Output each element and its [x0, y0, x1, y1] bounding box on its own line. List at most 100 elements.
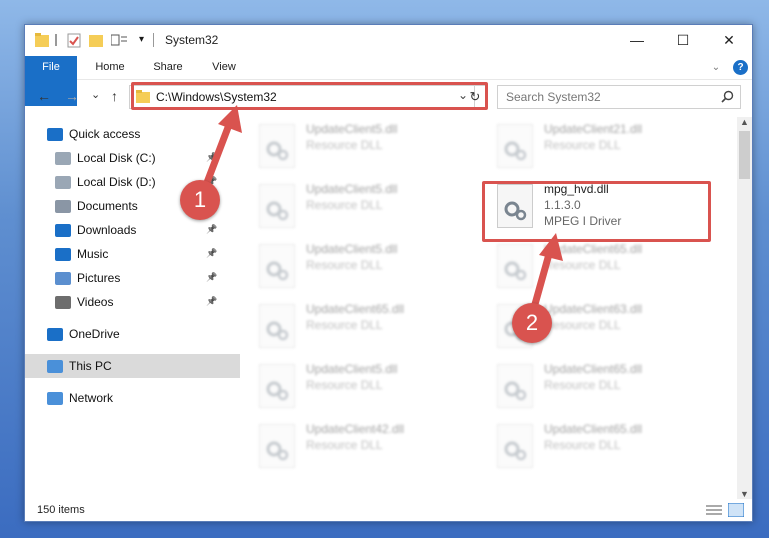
step-2-badge: 2	[512, 303, 552, 343]
file-item[interactable]: UpdateClient65.dll Resource DLL	[487, 421, 687, 471]
sidebar-item-network[interactable]: Network	[47, 386, 113, 410]
file-name: UpdateClient5.dll	[306, 182, 398, 196]
sidebar-item-local-disk-d[interactable]: Local Disk (D:)	[55, 170, 156, 194]
maximize-button[interactable]: ☐	[660, 25, 706, 56]
drive-icon	[55, 152, 71, 166]
sidebar-item-label: Documents	[77, 199, 138, 213]
sidebar-item-label: Network	[69, 391, 114, 405]
up-button[interactable]: ↑	[111, 88, 118, 104]
step-1-badge: 1	[180, 180, 220, 220]
dll-file-icon	[259, 304, 295, 348]
file-item[interactable]: UpdateClient5.dll Resource DLL	[249, 361, 449, 411]
pictures-icon	[55, 272, 71, 286]
file-name: UpdateClient65.dll	[544, 242, 643, 256]
file-description: Resource DLL	[306, 378, 383, 392]
title-divider	[55, 34, 57, 46]
file-highlight-box	[482, 181, 711, 242]
scroll-down-icon[interactable]: ▼	[740, 489, 749, 499]
large-icons-view-icon[interactable]	[728, 503, 744, 517]
tab-share[interactable]: Share	[143, 56, 193, 79]
file-name: UpdateClient21.dll	[544, 122, 643, 136]
search-box[interactable]: Search System32	[497, 85, 741, 109]
dll-file-icon	[259, 124, 295, 168]
star-icon	[47, 128, 63, 142]
window-title: System32	[165, 33, 219, 47]
file-name: UpdateClient63.dll	[544, 302, 643, 316]
vertical-scrollbar[interactable]: ▲ ▼	[737, 117, 752, 499]
dll-file-icon	[497, 244, 533, 288]
file-item[interactable]: UpdateClient5.dll Resource DLL	[249, 181, 449, 231]
sidebar-item-quick-access[interactable]: Quick access	[47, 122, 140, 146]
status-bar: 150 items	[25, 499, 752, 521]
sidebar-item-documents[interactable]: Documents	[55, 194, 138, 218]
file-item[interactable]: UpdateClient21.dll Resource DLL	[487, 121, 687, 171]
ribbon: File Home Share View ⌄ ?	[25, 56, 752, 106]
file-name: UpdateClient5.dll	[306, 122, 398, 136]
recent-locations-button[interactable]: ⌄	[91, 88, 100, 101]
documents-icon	[55, 200, 71, 214]
sidebar-item-label: Quick access	[69, 127, 141, 141]
sidebar-item-label: OneDrive	[69, 327, 120, 341]
help-icon[interactable]: ?	[733, 60, 748, 75]
file-description: Resource DLL	[544, 258, 621, 272]
videos-icon	[55, 296, 71, 310]
search-icon	[721, 90, 734, 103]
details-view-icon[interactable]	[706, 504, 722, 516]
sidebar-item-label: Videos	[77, 295, 114, 309]
file-name: UpdateClient65.dll	[306, 302, 405, 316]
sidebar-item-videos[interactable]: Videos	[55, 290, 113, 314]
scrollbar-thumb[interactable]	[739, 131, 750, 179]
customize-toolbar-icon[interactable]: ▾	[139, 34, 144, 50]
close-button[interactable]: ✕	[706, 25, 752, 56]
navigation-pane: Quick access Local Disk (C:) 📌 Local Disk (…	[25, 117, 240, 507]
tab-view[interactable]: View	[201, 56, 247, 79]
file-item[interactable]: UpdateClient65.dll Resource DLL	[487, 361, 687, 411]
pin-icon[interactable]: 📌	[206, 152, 217, 163]
explorer-window: ▾ System32 — ☐ ✕ File Home Share View ⌄ …	[24, 24, 753, 522]
sidebar-item-pictures[interactable]: Pictures	[55, 266, 120, 290]
scroll-up-icon[interactable]: ▲	[740, 117, 749, 127]
expand-ribbon-icon[interactable]: ⌄	[709, 56, 723, 79]
file-item[interactable]: UpdateClient65.dll Resource DLL	[249, 301, 449, 351]
file-name: UpdateClient5.dll	[306, 362, 398, 376]
folder-icon	[35, 32, 49, 48]
pin-icon[interactable]: 📌	[206, 248, 217, 259]
dll-file-icon	[497, 424, 533, 468]
sidebar-item-downloads[interactable]: Downloads	[55, 218, 136, 242]
back-button[interactable]: ←	[37, 88, 51, 104]
sidebar-item-onedrive[interactable]: OneDrive	[47, 322, 120, 346]
file-name: UpdateClient42.dll	[306, 422, 405, 436]
dll-file-icon	[259, 184, 295, 228]
dll-file-icon	[497, 364, 533, 408]
search-placeholder: Search System32	[506, 90, 601, 104]
pin-icon[interactable]: 📌	[206, 272, 217, 283]
tab-home[interactable]: Home	[85, 56, 135, 79]
file-name: UpdateClient5.dll	[306, 242, 398, 256]
file-item[interactable]: UpdateClient5.dll Resource DLL	[249, 241, 449, 291]
pin-icon[interactable]: 📌	[206, 296, 217, 307]
properties-icon[interactable]	[67, 32, 81, 48]
file-description: Resource DLL	[306, 198, 383, 212]
file-description: Resource DLL	[306, 318, 383, 332]
file-name: UpdateClient65.dll	[544, 422, 643, 436]
file-description: Resource DLL	[306, 138, 383, 152]
music-icon	[55, 248, 71, 262]
file-name: UpdateClient65.dll	[544, 362, 643, 376]
sidebar-item-local-disk-c[interactable]: Local Disk (C:)	[55, 146, 156, 170]
onedrive-icon	[47, 328, 63, 342]
sidebar-item-this-pc[interactable]: This PC	[25, 354, 240, 378]
file-item[interactable]: UpdateClient42.dll Resource DLL	[249, 421, 449, 471]
sidebar-item-label: Music	[77, 247, 109, 261]
file-description: Resource DLL	[544, 438, 621, 452]
file-description: Resource DLL	[306, 258, 383, 272]
sidebar-item-music[interactable]: Music	[55, 242, 108, 266]
file-item[interactable]: UpdateClient65.dll Resource DLL	[487, 241, 687, 291]
network-icon	[47, 392, 63, 406]
view-options-icon[interactable]	[110, 32, 129, 48]
new-folder-icon[interactable]	[89, 32, 103, 48]
minimize-button[interactable]: —	[614, 25, 660, 56]
sidebar-item-label: Local Disk (C:)	[77, 151, 156, 165]
pin-icon[interactable]: 📌	[206, 224, 217, 235]
forward-button[interactable]: →	[65, 88, 79, 104]
file-item[interactable]: UpdateClient5.dll Resource DLL	[249, 121, 449, 171]
